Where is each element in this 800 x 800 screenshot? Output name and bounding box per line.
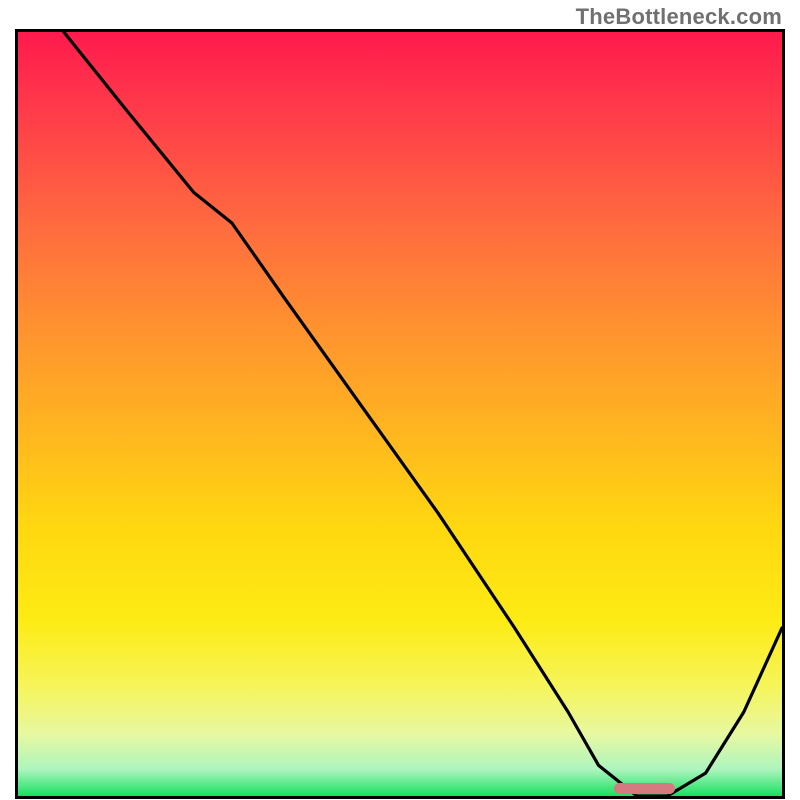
trough-marker — [614, 783, 675, 794]
curve-svg — [15, 29, 785, 799]
curve-path — [64, 32, 782, 796]
canvas: TheBottleneck.com — [0, 0, 800, 800]
plot-area — [15, 29, 785, 799]
watermark-text: TheBottleneck.com — [576, 4, 782, 30]
